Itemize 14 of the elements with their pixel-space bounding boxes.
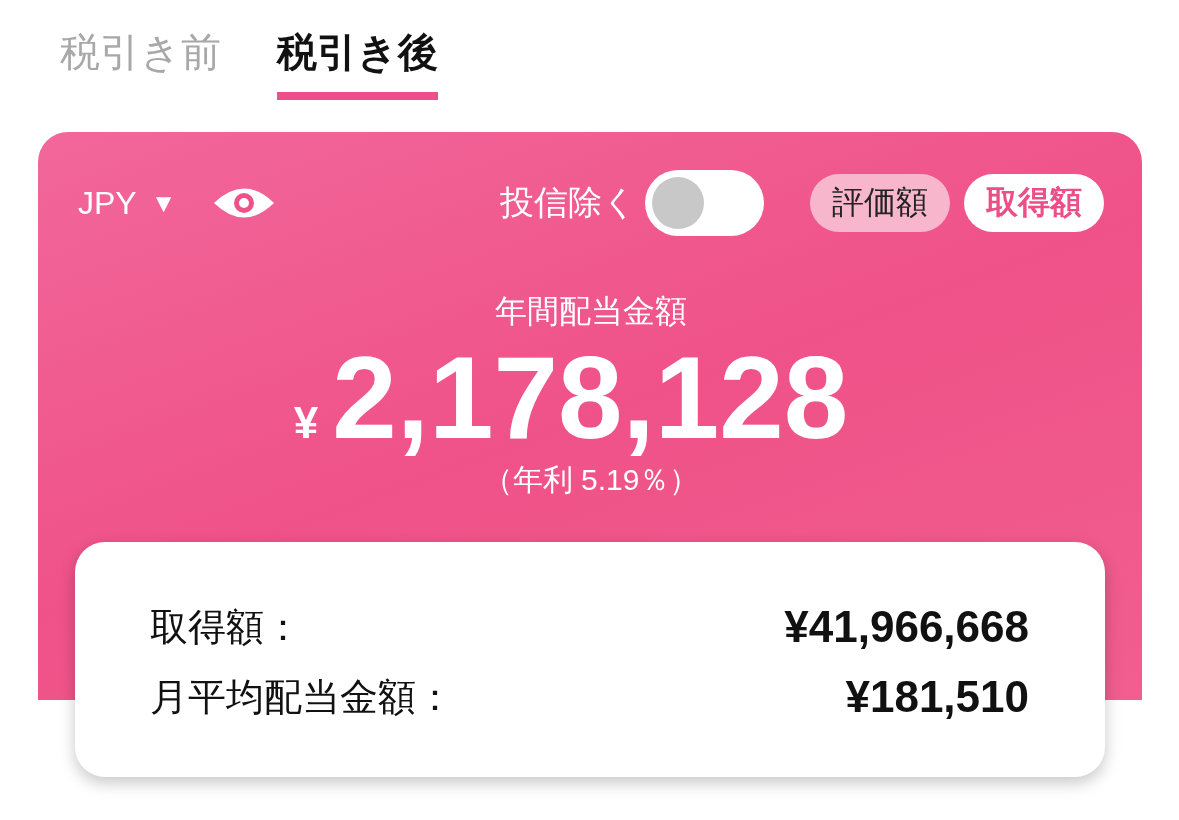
annual-amount: 2,178,128	[332, 338, 849, 460]
summary-value: ¥41,966,668	[784, 602, 1029, 652]
basis-button[interactable]: 評価額	[810, 174, 950, 232]
toggle-label: 投信除く	[500, 182, 637, 223]
tab[interactable]: 税引き後	[277, 14, 438, 100]
basis-button[interactable]: 取得額	[964, 174, 1104, 232]
summary-label: 月平均配当金額：	[150, 674, 454, 720]
summary-value: ¥181,510	[845, 672, 1029, 722]
summary-label: 取得額：	[150, 604, 302, 650]
yield-text: （年利 5.19％）	[481, 461, 701, 498]
currency-selector[interactable]: JPY ▼	[78, 184, 177, 222]
currency-symbol: ¥	[293, 398, 319, 448]
tab[interactable]: 税引き前	[60, 14, 221, 100]
card-title: 年間配当金額	[494, 292, 688, 331]
